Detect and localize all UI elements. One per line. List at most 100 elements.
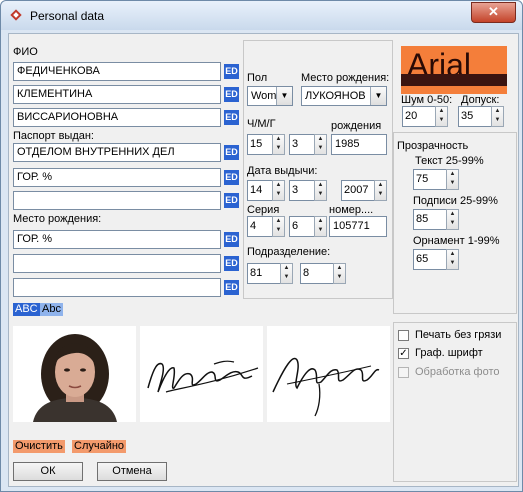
birth-day-value[interactable]: 15 <box>247 134 273 155</box>
clean-print-label: Печать без грязи <box>415 329 502 341</box>
issue-day-value[interactable]: 14 <box>247 180 273 201</box>
cancel-button[interactable]: Отмена <box>97 462 167 481</box>
series-part2-spinner[interactable]: 6 ▲ ▼ <box>289 216 327 237</box>
birth-date-label: рождения <box>331 120 382 132</box>
birthplace-label: Место рождения: <box>13 213 102 225</box>
signature-image-1 <box>140 326 263 422</box>
series-part1-spinner[interactable]: 4 ▲ ▼ <box>247 216 285 237</box>
division-label: Подразделение: <box>247 246 331 258</box>
surname-field[interactable]: ФЕДИЧЕНКОВА <box>13 62 221 81</box>
graph-font-label: Граф. шрифт <box>415 347 483 359</box>
clean-print-checkbox[interactable] <box>398 330 409 341</box>
spin-arrows-icon[interactable]: ▲ ▼ <box>435 106 448 127</box>
passport-issued-line3[interactable] <box>13 191 221 210</box>
text-transparency-value[interactable]: 75 <box>413 169 447 190</box>
close-button[interactable]: ✕ <box>471 2 516 23</box>
passport-line1-edit-button[interactable]: ED <box>224 145 239 160</box>
sex-select-value: Wom <box>251 90 277 102</box>
spin-arrows-icon[interactable]: ▲ ▼ <box>446 209 459 230</box>
spin-arrows-icon[interactable]: ▲ ▼ <box>314 180 327 201</box>
birth-month-spinner[interactable]: 3 ▲ ▼ <box>289 134 327 155</box>
signature-transparency-value[interactable]: 85 <box>413 209 447 230</box>
passport-number-field[interactable]: 105771 <box>329 216 387 237</box>
spin-arrows-icon[interactable]: ▲ ▼ <box>446 169 459 190</box>
birthplace-line3[interactable] <box>13 278 221 297</box>
birthplace-line3-edit-button[interactable]: ED <box>224 280 239 295</box>
passport-issued-label: Паспорт выдан: <box>13 130 94 142</box>
ornament-transparency-label: Орнамент 1-99% <box>413 235 500 247</box>
spin-arrows-icon[interactable]: ▲ ▼ <box>272 180 285 201</box>
issue-month-value[interactable]: 3 <box>289 180 315 201</box>
dialog-body: ФИО ФЕДИЧЕНКОВА ED КЛЕМЕНТИНА ED ВИССАРИ… <box>8 33 519 487</box>
signature-transparency-spinner[interactable]: 85 ▲ ▼ <box>413 209 459 230</box>
series-part2-value[interactable]: 6 <box>289 216 315 237</box>
spin-arrows-icon[interactable]: ▲ ▼ <box>314 134 327 155</box>
birthplace-line2[interactable] <box>13 254 221 273</box>
text-transparency-label: Текст 25-99% <box>415 155 484 167</box>
graph-font-checkbox[interactable]: ✓ <box>398 348 409 359</box>
series-part1-value[interactable]: 4 <box>247 216 273 237</box>
options-group-box <box>393 322 517 482</box>
chevron-down-icon: ▼ <box>370 87 386 105</box>
passport-issued-line2[interactable]: ГОР. % <box>13 168 221 187</box>
random-button[interactable]: Случайно <box>72 440 127 453</box>
uppercase-button[interactable]: ABC <box>13 303 40 316</box>
font-preview[interactable]: Arial <box>401 46 507 94</box>
signature-drawing-2 <box>272 357 380 417</box>
issue-year-spinner[interactable]: 2007 ▲ ▼ <box>341 180 387 201</box>
fio-label: ФИО <box>13 46 38 58</box>
spin-arrows-icon[interactable]: ▲ ▼ <box>314 216 327 237</box>
spin-arrows-icon[interactable]: ▲ ▼ <box>280 263 293 284</box>
issue-year-value[interactable]: 2007 <box>341 180 375 201</box>
passport-line2-edit-button[interactable]: ED <box>224 170 239 185</box>
chevron-down-icon: ▼ <box>276 87 292 105</box>
name-edit-button[interactable]: ED <box>224 87 239 102</box>
surname-edit-button[interactable]: ED <box>224 64 239 79</box>
birthplace-city-value: ЛУКОЯНОВ <box>305 90 366 102</box>
issue-month-spinner[interactable]: 3 ▲ ▼ <box>289 180 327 201</box>
ok-button[interactable]: ОК <box>13 462 83 481</box>
title-bar[interactable]: Personal data ✕ <box>1 1 522 30</box>
birth-month-value[interactable]: 3 <box>289 134 315 155</box>
clear-button[interactable]: Очистить <box>13 440 65 453</box>
birthplace-line1-edit-button[interactable]: ED <box>224 232 239 247</box>
division-part2-spinner[interactable]: 8 ▲ ▼ <box>300 263 346 284</box>
spin-arrows-icon[interactable]: ▲ ▼ <box>272 216 285 237</box>
patronymic-field[interactable]: ВИССАРИОНОВНА <box>13 108 221 127</box>
mixedcase-button[interactable]: Abc <box>40 303 63 316</box>
spin-arrows-icon[interactable]: ▲ ▼ <box>491 106 504 127</box>
birth-day-spinner[interactable]: 15 ▲ ▼ <box>247 134 285 155</box>
font-preview-bar <box>401 74 507 86</box>
spin-arrows-icon[interactable]: ▲ ▼ <box>272 134 285 155</box>
division-part1-spinner[interactable]: 81 ▲ ▼ <box>247 263 293 284</box>
sex-select[interactable]: Wom ▼ <box>247 86 293 106</box>
photo-processing-checkbox[interactable] <box>398 367 409 378</box>
ornament-transparency-spinner[interactable]: 65 ▲ ▼ <box>413 249 459 270</box>
noise-spinner[interactable]: 20 ▲ ▼ <box>402 106 448 127</box>
text-transparency-spinner[interactable]: 75 ▲ ▼ <box>413 169 459 190</box>
tolerance-value[interactable]: 35 <box>458 106 492 127</box>
passport-issued-line1[interactable]: ОТДЕЛОМ ВНУТРЕННИХ ДЕЛ <box>13 143 221 162</box>
birthplace-line1[interactable]: ГОР. % <box>13 230 221 249</box>
division-part1-value[interactable]: 81 <box>247 263 281 284</box>
division-part2-value[interactable]: 8 <box>300 263 334 284</box>
spin-arrows-icon[interactable]: ▲ ▼ <box>333 263 346 284</box>
photo-image <box>13 326 136 422</box>
birthplace-city-select[interactable]: ЛУКОЯНОВ ▼ <box>301 86 387 106</box>
app-icon <box>10 9 22 21</box>
noise-label: Шум 0-50: <box>401 94 453 106</box>
issue-day-spinner[interactable]: 14 ▲ ▼ <box>247 180 285 201</box>
spin-arrows-icon[interactable]: ▲ ▼ <box>374 180 387 201</box>
series-label: Серия <box>247 204 280 216</box>
patronymic-edit-button[interactable]: ED <box>224 110 239 125</box>
spin-arrows-icon[interactable]: ▲ ▼ <box>446 249 459 270</box>
noise-value[interactable]: 20 <box>402 106 436 127</box>
ornament-transparency-value[interactable]: 65 <box>413 249 447 270</box>
signature-image-2 <box>267 326 390 422</box>
tolerance-spinner[interactable]: 35 ▲ ▼ <box>458 106 504 127</box>
birthplace-line2-edit-button[interactable]: ED <box>224 256 239 271</box>
sex-label: Пол <box>247 72 268 84</box>
passport-line3-edit-button[interactable]: ED <box>224 193 239 208</box>
name-field[interactable]: КЛЕМЕНТИНА <box>13 85 221 104</box>
birth-year-field[interactable]: 1985 <box>331 134 387 155</box>
